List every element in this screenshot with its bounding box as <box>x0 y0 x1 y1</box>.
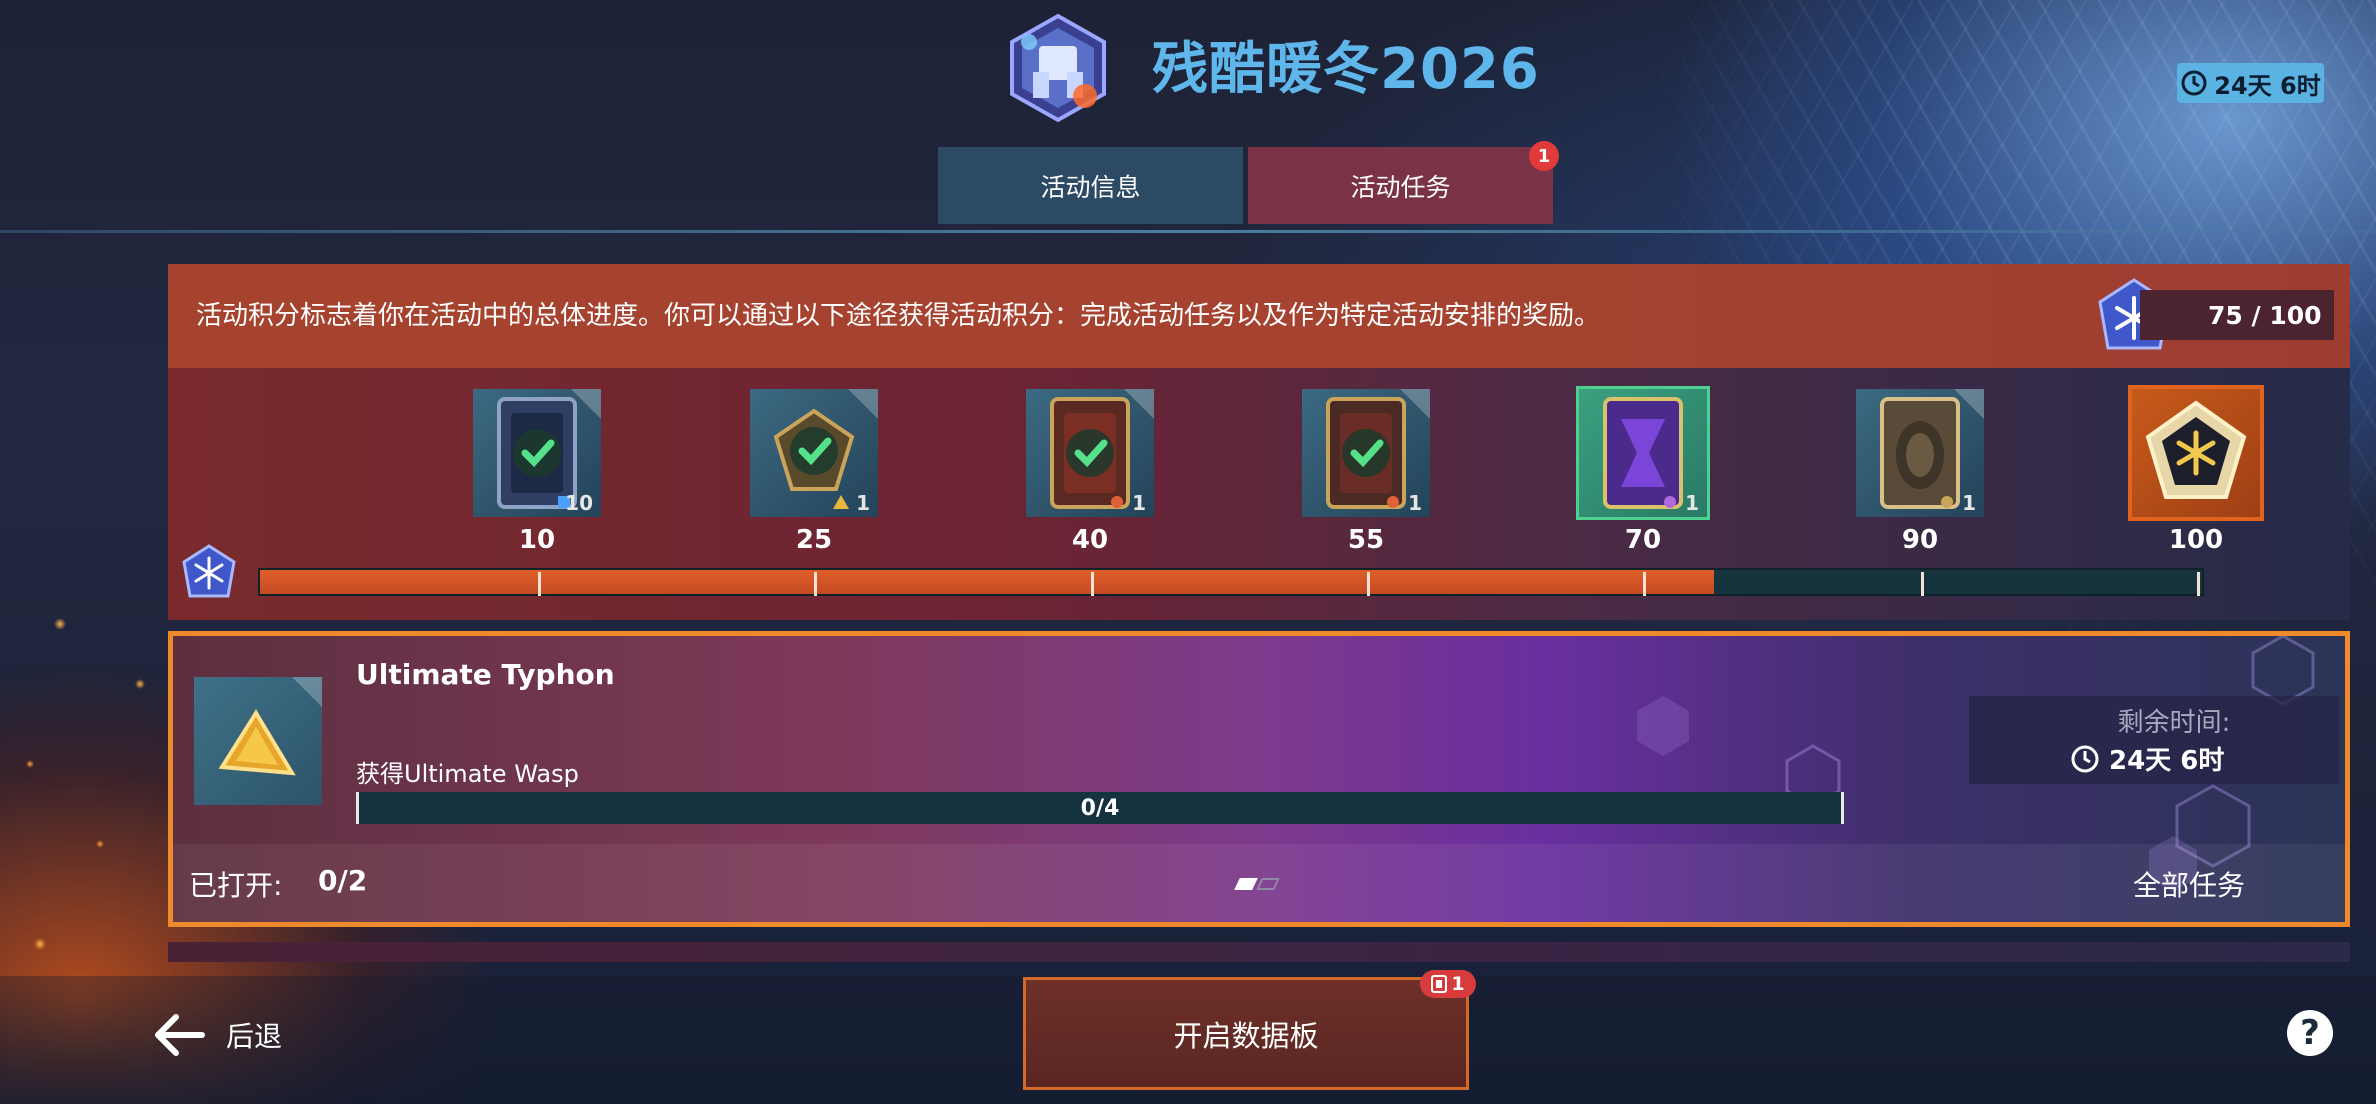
progress-tick <box>1091 572 1094 596</box>
info-banner: 活动积分标志着你在活动中的总体进度。你可以通过以下途径获得活动积分：完成活动任务… <box>168 264 2350 368</box>
tile-corner <box>1400 389 1430 419</box>
milestone-reward-70[interactable]: 1 70 <box>1576 386 1710 555</box>
progress-description: 活动积分标志着你在活动中的总体进度。你可以通过以下途径获得活动积分：完成活动任务… <box>196 301 1601 331</box>
opened-value: 0/2 <box>318 864 368 897</box>
back-label: 后退 <box>226 1020 283 1053</box>
points-value: 75 / 100 <box>2208 300 2322 330</box>
all-tasks-button[interactable]: 全部任务 <box>2133 864 2245 904</box>
notification-badge: 1 <box>1529 141 1559 171</box>
milestone-points: 10 <box>518 525 556 555</box>
reward-tile: 1 <box>1026 389 1154 517</box>
help-button[interactable]: ? <box>2287 1010 2333 1056</box>
milestone-reward-55[interactable]: 1 55 <box>1302 389 1432 555</box>
tile-corner <box>292 677 322 707</box>
milestone-points: 70 <box>1624 525 1662 555</box>
module-icon <box>1387 496 1399 508</box>
tile-corner <box>571 389 601 419</box>
reward-tile: 1 <box>1856 389 1984 517</box>
points-progress-fill <box>260 570 1714 594</box>
task-card-footer: 已打开: 0/2 全部任务 <box>173 844 2345 922</box>
task-title: Ultimate Typhon <box>356 658 615 691</box>
reward-tile <box>2128 385 2264 521</box>
milestone-reward-90[interactable]: 1 90 <box>1856 389 1986 555</box>
header-divider <box>0 230 2376 233</box>
progress-tick <box>538 572 541 596</box>
datapad-count: 1 <box>1451 973 1465 995</box>
milestone-points: 100 <box>2168 525 2224 555</box>
tab-label: 活动任务 <box>1350 172 1451 202</box>
milestone-reward-100[interactable]: 100 <box>2128 385 2264 555</box>
task-progress-bar: 0/4 <box>356 792 1844 824</box>
module-icon <box>1941 496 1953 508</box>
gold-emblem-icon <box>2145 400 2247 499</box>
milestone-points: 25 <box>795 525 833 555</box>
page-dot-active[interactable] <box>1234 878 1258 890</box>
reward-quantity: 1 <box>1685 491 1699 515</box>
snowflake-points-icon <box>182 544 236 598</box>
tile-corner <box>1124 389 1154 419</box>
event-emblem-icon <box>1010 13 1106 123</box>
module-icon <box>1111 496 1123 508</box>
task-reward-tile <box>194 677 322 805</box>
tile-corner <box>1954 389 1984 419</box>
opened-label: 已打开: <box>189 869 283 902</box>
event-timer-text: 24天 6时 <box>2214 71 2321 100</box>
reward-quantity: 1 <box>1132 491 1146 515</box>
task-progress-label: 0/4 <box>1080 795 1120 821</box>
back-button[interactable]: 后退 <box>150 1005 282 1065</box>
reward-quantity: 1 <box>1408 491 1422 515</box>
clock-icon <box>2181 70 2207 96</box>
open-datapad-label: 开启数据板 <box>1173 1018 1319 1053</box>
milestone-reward-40[interactable]: 1 40 <box>1026 389 1156 555</box>
datapad-count-badge: 1 <box>1420 970 1476 998</box>
milestone-points: 55 <box>1347 525 1385 555</box>
progress-tick <box>1921 572 1924 596</box>
reward-quantity: 1 <box>856 491 870 515</box>
clock-icon <box>2071 745 2099 772</box>
remaining-time-label: 剩余时间: <box>2117 708 2231 738</box>
next-card-edge <box>168 942 2350 962</box>
page-indicator[interactable] <box>1234 878 1280 890</box>
question-mark-icon: ? <box>2300 1013 2320 1053</box>
page-title: 残酷暖冬2026 <box>1152 37 1540 102</box>
tab-label: 活动信息 <box>1040 172 1141 202</box>
reward-tile: 1 <box>1302 389 1430 517</box>
task-card[interactable]: Ultimate Typhon 获得Ultimate Wasp 0/4 剩余时间… <box>168 631 2350 927</box>
event-progress-panel: 活动积分标志着你在活动中的总体进度。你可以通过以下途径获得活动积分：完成活动任务… <box>168 264 2350 620</box>
milestone-points: 90 <box>1901 525 1939 555</box>
reward-quantity: 10 <box>565 491 593 515</box>
progress-tick <box>1367 572 1370 596</box>
remaining-time-text: 24天 6时 <box>2109 746 2225 776</box>
tab-event-tasks[interactable]: 活动任务 1 <box>1248 141 1559 224</box>
event-timer-badge: 24天 6时 <box>2177 63 2324 103</box>
open-datapad-button[interactable]: 开启数据板 <box>1023 977 1469 1090</box>
progress-tick <box>814 572 817 596</box>
task-description: 获得Ultimate Wasp <box>356 760 579 788</box>
milestone-reward-25[interactable]: 1 25 <box>750 389 880 555</box>
page-dot[interactable] <box>1256 878 1280 890</box>
reward-tile: 1 <box>1576 386 1710 520</box>
reward-quantity: 1 <box>1962 491 1976 515</box>
progress-tick <box>2197 572 2200 596</box>
tile-corner <box>848 389 878 419</box>
arrow-left-icon <box>155 1014 205 1056</box>
points-counter: 75 / 100 <box>2140 290 2334 340</box>
remaining-time-value: 24天 6时 <box>2069 740 2224 777</box>
points-progress-bar <box>258 568 2204 596</box>
remaining-time-box: 剩余时间: 24天 6时 <box>1969 696 2339 784</box>
module-icon <box>1664 496 1676 508</box>
milestone-reward-10[interactable]: 10 10 <box>473 389 603 555</box>
milestone-points: 40 <box>1071 525 1109 555</box>
reward-tile: 10 <box>473 389 601 517</box>
tab-event-info[interactable]: 活动信息 <box>938 147 1243 224</box>
reward-tile: 1 <box>750 389 878 517</box>
progress-tick <box>1643 572 1646 596</box>
datapad-icon <box>1431 975 1448 993</box>
triangle-token-icon <box>833 495 849 509</box>
